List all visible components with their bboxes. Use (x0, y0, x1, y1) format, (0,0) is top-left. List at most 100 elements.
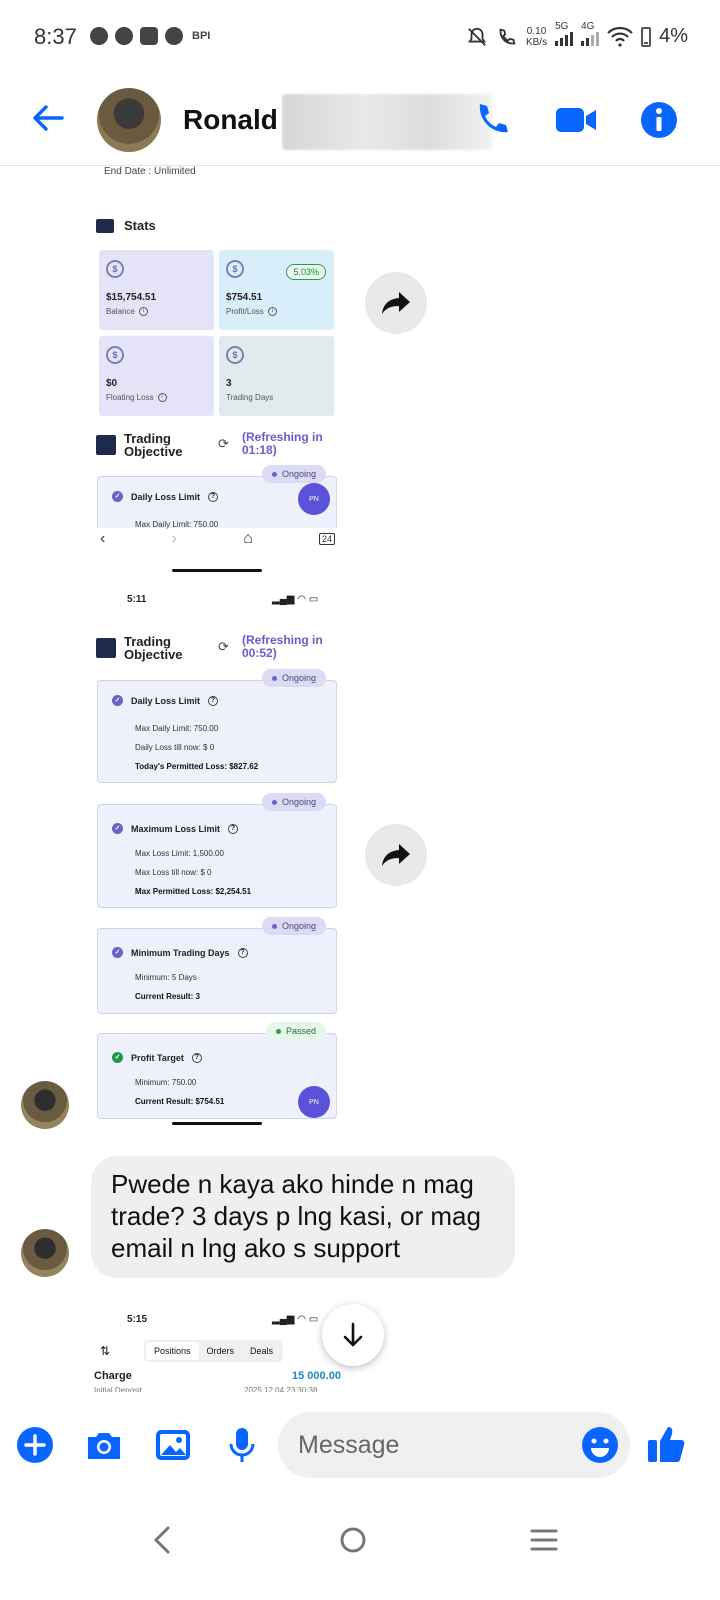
stat-value: $754.51 (226, 292, 263, 303)
microphone-icon[interactable] (222, 1425, 262, 1465)
profit-percent-badge: 5.03% (286, 264, 326, 280)
home-indicator (172, 569, 262, 572)
row-sub-label: Initial Deposit (94, 1386, 143, 1392)
emoji-icon[interactable] (580, 1425, 620, 1465)
card-line-bold: Current Result: $754.51 (135, 1097, 225, 1106)
nav-home-icon[interactable] (333, 1520, 373, 1560)
net-4g-label: 4G (581, 21, 595, 32)
forward-share-button[interactable] (365, 824, 427, 886)
card-line: Daily Loss till now: $ 0 (135, 743, 215, 752)
chat-header: Ronald I (0, 76, 720, 166)
signal-bars-icon (555, 32, 574, 46)
chat-thread[interactable]: End Date : Unlimited Stats $ $15,754.51 … (0, 166, 720, 1426)
row-sub-value: 2025.12.04 23:30:38 (244, 1386, 318, 1392)
status-bar: 8:37 BPI 0.10 KB/s 5G 4G 4% (0, 0, 720, 76)
info-small-icon: i (138, 307, 148, 316)
speed-unit: KB/s (525, 36, 548, 48)
objective-card: Ongoing ✓ Daily Loss Limit? Max Daily Lim… (97, 669, 337, 783)
browser-forward-icon: › (171, 530, 177, 547)
battery-percent: 4% (659, 25, 688, 47)
plus-icon[interactable] (15, 1425, 55, 1465)
network-speed: 0.10 KB/s (526, 26, 547, 48)
stat-card-balance: $ $15,754.51 Balance i (99, 250, 214, 330)
browser-tabs-icon: 24 (318, 533, 335, 545)
refresh-icon: ⟳ (218, 436, 229, 451)
status-badge: Ongoing (261, 917, 326, 935)
system-nav-bar (0, 1500, 720, 1600)
screenshot-status-icons: ▂▄▆ ◠ ▭ (272, 594, 319, 605)
home-indicator (172, 1122, 262, 1125)
nav-recents-icon[interactable] (524, 1520, 564, 1560)
redacted-name-blur (282, 94, 492, 150)
objective-card-title: ✓ Daily Loss Limit? (112, 491, 219, 502)
badge-text: Ongoing (281, 797, 316, 807)
badge-text: Passed (285, 1026, 316, 1036)
share-arrow-icon (382, 844, 410, 866)
scroll-to-bottom-button[interactable] (322, 1304, 384, 1366)
back-arrow-icon[interactable] (26, 96, 70, 140)
facebook-icon (165, 27, 183, 45)
nav-back-icon[interactable] (142, 1520, 182, 1560)
thumbs-up-icon[interactable] (644, 1422, 688, 1466)
row-value: 15 000.00 (292, 1370, 341, 1382)
card-title-text: Maximum Loss Limit (131, 823, 221, 834)
forward-share-button[interactable] (365, 272, 427, 334)
mute-bell-icon (467, 27, 487, 46)
dollar-coin-icon: $ (106, 260, 124, 278)
status-right: 0.10 KB/s 5G 4G 4% (466, 22, 688, 51)
stat-card-floating: $ $0 Floating Loss i (99, 336, 214, 416)
contact-name[interactable]: Ronald I (183, 104, 293, 136)
refresh-icon: ⟳ (218, 639, 229, 654)
sender-avatar[interactable] (21, 1081, 69, 1129)
wifi-icon (607, 26, 633, 47)
app-icon (140, 27, 158, 45)
help-icon: ? (237, 947, 248, 958)
screenshot-status-icons: ▂▄▆ ◠ ▭ (272, 1314, 319, 1325)
card-line: Max Daily Limit: 750.00 (135, 724, 219, 733)
badge-text: Ongoing (281, 469, 316, 479)
help-icon: ? (208, 491, 219, 502)
message-input[interactable] (278, 1412, 630, 1478)
stat-value: $0 (106, 378, 118, 389)
badge-text: Ongoing (281, 921, 316, 931)
card-line: Max Daily Limit: 750.00 (135, 520, 219, 529)
contact-avatar[interactable] (97, 88, 161, 152)
card-title-text: Profit Target (131, 1052, 184, 1063)
tab-deals: Deals (250, 1346, 274, 1356)
stat-card-profit: $ 5.03% $754.51 Profit/Loss i (219, 250, 334, 330)
status-badge-passed: Passed (265, 1022, 326, 1040)
phone-call-icon[interactable] (470, 98, 514, 142)
bpi-icon: BPI (192, 30, 211, 42)
video-call-icon[interactable] (554, 98, 598, 142)
browser-back-icon: ‹ (100, 530, 106, 547)
info-icon[interactable] (637, 98, 681, 142)
arrow-down-icon (343, 1322, 363, 1347)
card-line-bold: Today's Permitted Loss: $827.62 (135, 762, 259, 771)
stat-label-text: Profit/Loss (226, 307, 264, 316)
objective-card-title: ✓ Minimum Trading Days? (112, 947, 248, 958)
browser-nav-bar: ‹ › ⌂ 24 (100, 530, 335, 548)
objective-title: Trading Objective (124, 431, 183, 459)
dollar-coin-icon: $ (226, 346, 244, 364)
card-title-text: Daily Loss Limit (131, 491, 201, 502)
info-small-icon: i (157, 393, 167, 402)
signal-4g: 4G (581, 21, 600, 51)
sender-avatar[interactable] (21, 1229, 69, 1277)
card-title-text: Daily Loss Limit (131, 695, 201, 706)
objective-card: Passed ✓ Profit Target? Minimum: 750.00 C… (97, 1022, 337, 1119)
message-bubble[interactable]: Pwede n kaya ako hinde n mag trade? 3 da… (91, 1156, 515, 1278)
check-icon: ✓ (112, 947, 123, 958)
card-line-bold: Max Permitted Loss: $2,254.51 (135, 887, 252, 896)
status-badge: Ongoing (261, 669, 326, 687)
check-icon: ✓ (112, 491, 123, 502)
row-label: Charge (94, 1370, 132, 1382)
gallery-icon[interactable] (153, 1425, 193, 1465)
stats-icon (96, 218, 114, 233)
objective-card: Ongoing ✓ Minimum Trading Days? Minimum: … (97, 917, 337, 1014)
browser-home-icon: ⌂ (243, 530, 253, 547)
refresh-countdown: (Refreshing in 00:52) (242, 633, 323, 660)
camera-icon[interactable] (84, 1425, 124, 1465)
battery-icon (641, 26, 652, 47)
card-line: Minimum: 750.00 (135, 1078, 197, 1087)
screenshot-time: 5:15 (127, 1314, 148, 1325)
